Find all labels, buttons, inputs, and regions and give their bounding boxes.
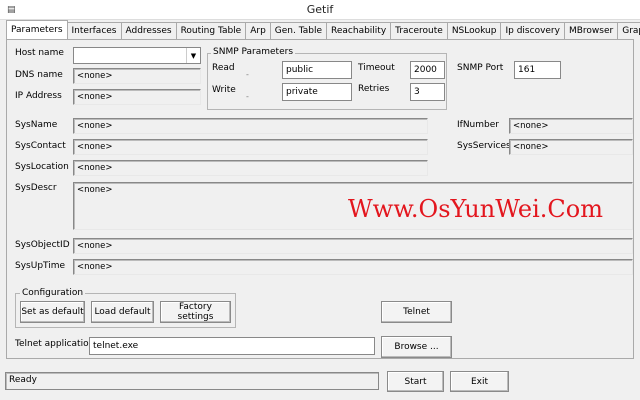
- sysobjectid-field: <none>: [73, 238, 633, 254]
- factory-settings-button[interactable]: Factory settings: [160, 301, 231, 323]
- sysuptime-field: <none>: [73, 259, 633, 275]
- chevron-down-icon[interactable]: ▼: [186, 48, 200, 63]
- read-separator: -: [246, 70, 249, 79]
- tab-nslookup[interactable]: NSLookup: [446, 22, 502, 39]
- tab-reachability[interactable]: Reachability: [326, 22, 392, 39]
- load-default-button[interactable]: Load default: [91, 301, 154, 323]
- tab-addresses[interactable]: Addresses: [120, 22, 177, 39]
- host-name-combo[interactable]: ▼: [73, 47, 201, 64]
- dns-name-field: <none>: [73, 68, 201, 84]
- read-label: Read: [212, 63, 235, 73]
- watermark-text: Www.OsYunWei.Com: [348, 195, 603, 223]
- snmp-parameters-title: SNMP Parameters: [211, 47, 296, 57]
- set-as-default-button[interactable]: Set as default: [20, 301, 85, 323]
- syscontact-label: SysContact: [15, 141, 66, 151]
- write-label: Write: [212, 85, 236, 95]
- sysobjectid-label: SysObjectID: [15, 240, 70, 250]
- tab-strip: Parameters Interfaces Addresses Routing …: [6, 20, 640, 39]
- syslocation-label: SysLocation: [15, 162, 69, 172]
- ifnumber-field: <none>: [509, 118, 633, 134]
- tab-ip-discovery[interactable]: Ip discovery: [500, 22, 565, 39]
- browse-button[interactable]: Browse ...: [381, 336, 452, 358]
- ip-address-field: <none>: [73, 89, 201, 105]
- sysdescr-label: SysDescr: [15, 183, 57, 193]
- telnet-application-label: Telnet application: [15, 339, 95, 349]
- tab-graph[interactable]: Graph: [617, 22, 640, 39]
- tab-gen-table[interactable]: Gen. Table: [269, 22, 328, 39]
- telnet-application-input[interactable]: telnet.exe: [89, 337, 375, 355]
- exit-button[interactable]: Exit: [450, 371, 509, 392]
- write-community-input[interactable]: private: [282, 83, 352, 101]
- window-title: Getif: [306, 3, 334, 16]
- read-community-input[interactable]: public: [282, 61, 352, 79]
- sysname-field: <none>: [73, 118, 428, 134]
- retries-input[interactable]: 3: [410, 83, 445, 101]
- telnet-button[interactable]: Telnet: [381, 301, 452, 323]
- tab-parameters[interactable]: Parameters: [6, 20, 68, 39]
- syscontact-field: <none>: [73, 139, 428, 155]
- sysuptime-label: SysUpTime: [15, 261, 66, 271]
- configuration-title: Configuration: [20, 288, 86, 298]
- sysservices-label: SysServices: [457, 141, 511, 151]
- tab-routing-table[interactable]: Routing Table: [175, 22, 247, 39]
- host-name-label: Host name: [15, 48, 64, 58]
- write-separator: -: [246, 92, 249, 101]
- snmp-port-label: SNMP Port: [457, 63, 504, 73]
- snmp-port-input[interactable]: 161: [514, 61, 561, 79]
- tab-interfaces[interactable]: Interfaces: [66, 22, 122, 39]
- status-bar: Ready: [5, 372, 379, 390]
- dns-name-label: DNS name: [15, 70, 63, 80]
- syslocation-field: <none>: [73, 160, 428, 176]
- tab-arp[interactable]: Arp: [245, 22, 271, 39]
- ip-address-label: IP Address: [15, 91, 62, 101]
- start-button[interactable]: Start: [387, 371, 444, 392]
- sysservices-field: <none>: [509, 139, 633, 155]
- ifnumber-label: IfNumber: [457, 120, 499, 130]
- tab-mbrowser[interactable]: MBrowser: [563, 22, 619, 39]
- sysname-label: SysName: [15, 120, 58, 130]
- tab-traceroute[interactable]: Traceroute: [390, 22, 448, 39]
- timeout-input[interactable]: 2000: [410, 61, 445, 79]
- retries-label: Retries: [358, 84, 390, 94]
- timeout-label: Timeout: [358, 63, 395, 73]
